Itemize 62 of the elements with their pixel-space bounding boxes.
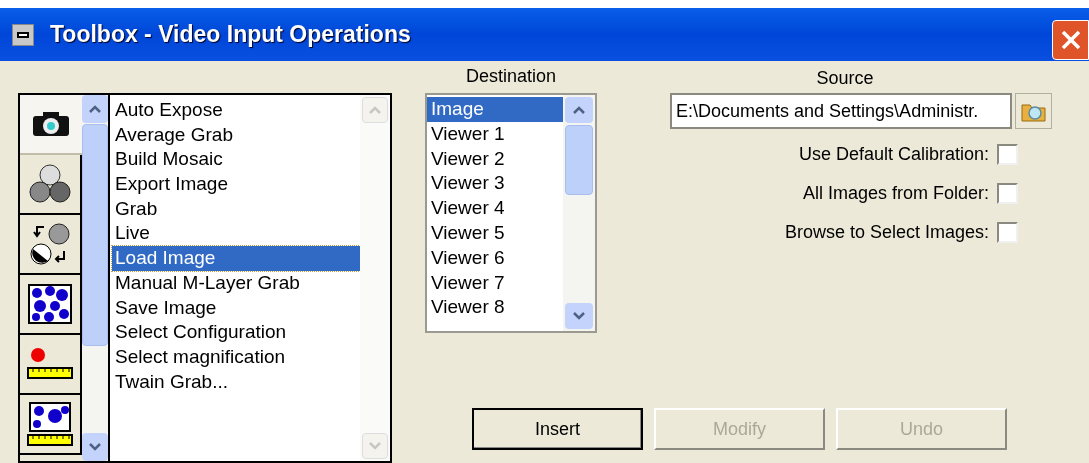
tool-tab[interactable] xyxy=(20,275,82,335)
overlapping-circles-icon xyxy=(28,162,72,206)
scroll-up-button[interactable] xyxy=(82,95,108,123)
scrollbar[interactable] xyxy=(82,95,110,461)
scroll-down-button[interactable] xyxy=(82,433,108,461)
destination-item[interactable]: Viewer 3 xyxy=(427,171,563,197)
option-label: Use Default Calibration: xyxy=(798,143,989,165)
operation-item[interactable]: Grab xyxy=(112,196,360,222)
tool-tab[interactable] xyxy=(20,215,82,275)
caret-down-icon xyxy=(368,441,382,451)
destination-label: Destination xyxy=(465,65,557,87)
checkbox[interactable] xyxy=(997,221,1018,243)
checkbox[interactable] xyxy=(997,143,1018,165)
operation-item[interactable]: Save Image xyxy=(112,295,360,321)
option-label: All Images from Folder: xyxy=(802,182,989,204)
tool-tab[interactable] xyxy=(20,395,82,455)
destination-item[interactable]: Viewer 5 xyxy=(427,221,563,246)
browse-button[interactable] xyxy=(1015,93,1052,129)
operation-item[interactable]: Build Mosaic xyxy=(112,147,360,173)
destination-item[interactable]: Viewer 6 xyxy=(427,245,563,271)
caret-down-icon xyxy=(88,442,102,452)
option-label: Browse to Select Images: xyxy=(784,221,989,243)
destination-item[interactable]: Viewer 1 xyxy=(427,121,563,147)
operation-item[interactable]: Manual M-Layer Grab xyxy=(112,270,360,296)
operation-item[interactable]: Auto Expose xyxy=(112,98,360,123)
operation-item[interactable]: Select Configuration xyxy=(112,320,360,345)
caret-up-icon xyxy=(368,105,382,115)
marker-ruler-icon xyxy=(27,347,73,381)
action-button[interactable]: Insert xyxy=(472,408,643,450)
caret-up-icon xyxy=(572,105,586,115)
tool-tab[interactable] xyxy=(20,155,82,215)
camera-icon xyxy=(31,110,71,138)
destination-list[interactable]: Image Viewer 1 Viewer 2 Viewer 3 Viewer 4 Viewer 5 Viewer 6 Viewer 7 Viewer 8 xyxy=(425,93,597,333)
destination-item[interactable]: Viewer 4 xyxy=(427,196,563,221)
destination-item[interactable]: Viewer 8 xyxy=(427,295,563,321)
operation-item[interactable]: Twain Grab... xyxy=(112,369,360,395)
scroll-down-button[interactable] xyxy=(565,303,593,329)
system-menu-icon[interactable] xyxy=(12,23,34,46)
window-title: Toolbox - Video Input Operations xyxy=(50,20,411,50)
destination-item[interactable]: Viewer 7 xyxy=(427,270,563,296)
operation-item[interactable]: Select magnification xyxy=(112,344,360,370)
close-icon xyxy=(1059,29,1082,51)
rotate-shapes-icon xyxy=(28,221,72,267)
checkbox[interactable] xyxy=(997,182,1018,204)
scroll-thumb[interactable] xyxy=(565,125,593,195)
source-path-field[interactable]: E:\Documents and Settings\Administr. xyxy=(670,93,1012,129)
tool-tab[interactable] xyxy=(20,335,82,395)
operation-item[interactable]: Export Image xyxy=(112,172,360,197)
caret-up-icon xyxy=(88,104,102,114)
scroll-thumb[interactable] xyxy=(82,124,108,346)
tool-tab[interactable] xyxy=(20,95,82,155)
source-label: Source xyxy=(816,67,874,89)
close-button[interactable] xyxy=(1052,20,1089,60)
operation-item[interactable]: Average Grab xyxy=(112,122,360,148)
operation-item[interactable]: Live xyxy=(112,221,360,247)
blob-pattern-icon xyxy=(28,284,72,324)
caret-down-icon xyxy=(572,311,586,321)
destination-item[interactable]: Image xyxy=(427,97,563,122)
blob-ruler-icon xyxy=(27,402,73,446)
scroll-up-button[interactable] xyxy=(565,97,593,123)
operation-item[interactable]: Load Image xyxy=(112,246,360,271)
destination-item[interactable]: Viewer 2 xyxy=(427,146,563,172)
